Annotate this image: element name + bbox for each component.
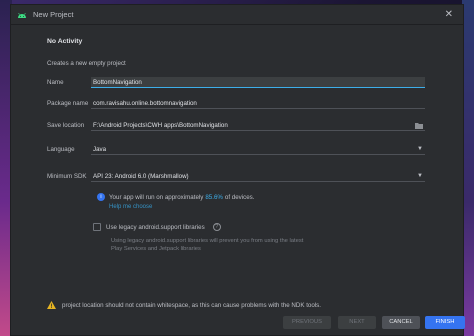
- language-select[interactable]: Java ▼: [91, 144, 425, 155]
- package-name-input[interactable]: com.ravisahu.online.bottomnavigation: [91, 98, 425, 109]
- template-description: Creates a new empty project: [47, 60, 126, 67]
- save-location-label: Save location: [47, 122, 85, 129]
- new-project-dialog: New Project ✕ No Activity Creates a new …: [10, 4, 465, 336]
- previous-button[interactable]: PREVIOUS: [283, 316, 331, 329]
- name-label: Name: [47, 79, 64, 86]
- window-title: New Project: [33, 10, 74, 19]
- package-name-label: Package name: [47, 100, 89, 107]
- minimum-sdk-value: API 23: Android 6.0 (Marshmallow): [93, 173, 189, 180]
- warning-message: project location should not contain whit…: [47, 301, 321, 309]
- chevron-down-icon: ▼: [417, 173, 423, 179]
- language-value: Java: [93, 146, 107, 153]
- language-label: Language: [47, 146, 75, 153]
- question-icon[interactable]: ?: [212, 223, 221, 231]
- chevron-down-icon: ▼: [417, 146, 423, 152]
- title-bar: New Project ✕: [11, 5, 463, 25]
- dialog-footer: PREVIOUS NEXT CANCEL FINISH: [11, 313, 465, 335]
- finish-button[interactable]: FINISH: [425, 316, 465, 329]
- legacy-support-label[interactable]: Use legacy android.support libraries: [106, 224, 205, 231]
- warning-text: project location should not contain whit…: [62, 301, 321, 309]
- warning-icon: [47, 301, 56, 309]
- minimum-sdk-select[interactable]: API 23: Android 6.0 (Marshmallow) ▼: [91, 171, 425, 182]
- save-location-value: F:\Android Projects\CWH apps\BottomNavig…: [93, 122, 228, 129]
- coverage-suffix: of devices.: [224, 193, 255, 201]
- android-icon: [18, 12, 26, 18]
- info-icon: i: [97, 193, 105, 201]
- close-icon[interactable]: ✕: [441, 9, 457, 20]
- legacy-support-row: Use legacy android.support libraries ?: [93, 223, 221, 231]
- device-coverage-info: i Your app will run on approximately 85.…: [97, 193, 254, 201]
- legacy-support-description: Using legacy android.support libraries w…: [111, 238, 304, 252]
- dialog-content: No Activity Creates a new empty project …: [11, 26, 465, 335]
- next-button[interactable]: NEXT: [338, 316, 376, 329]
- folder-icon[interactable]: [415, 120, 423, 134]
- help-me-choose-link[interactable]: Help me choose: [109, 204, 152, 210]
- template-heading: No Activity: [47, 38, 83, 45]
- name-input[interactable]: BottomNavigation: [91, 77, 425, 88]
- save-location-input[interactable]: F:\Android Projects\CWH apps\BottomNavig…: [91, 120, 425, 131]
- cancel-button[interactable]: CANCEL: [382, 316, 420, 329]
- legacy-support-checkbox[interactable]: [93, 223, 101, 231]
- coverage-percent: 85.6%: [205, 193, 223, 201]
- minimum-sdk-label: Minimum SDK: [47, 173, 87, 180]
- coverage-prefix: Your app will run on approximately: [109, 193, 204, 201]
